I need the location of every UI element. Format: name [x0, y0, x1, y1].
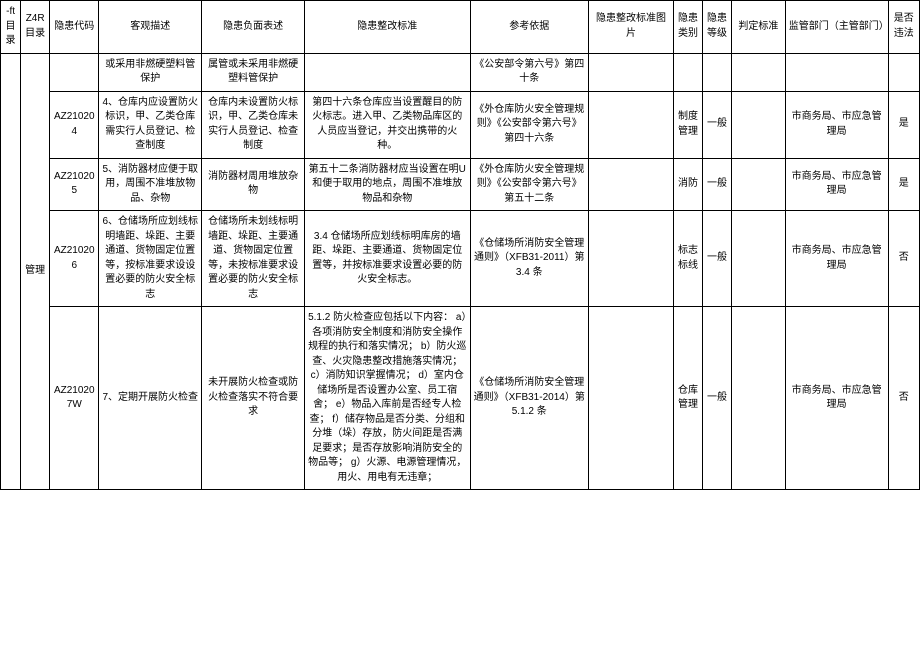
- table-row: AZ210204 4、仓库内应设置防火标识，甲、乙类仓库需实行人员登记、检查制度…: [1, 91, 920, 158]
- cell-std: 3.4 仓储场所应划线标明库房的墙距、垛距、主要通道、货物固定位置等，并按标准要…: [305, 211, 470, 307]
- cell-img: [589, 158, 674, 211]
- cell-obj: 4、仓库内应设置防火标识，甲、乙类仓库需实行人员登记、检查制度: [99, 91, 202, 158]
- cell-mgmt: 管理: [21, 53, 50, 490]
- hdr-lvl: 隐患等级: [703, 1, 732, 54]
- cell-img: [589, 307, 674, 490]
- hdr-obj: 客观描述: [99, 1, 202, 54]
- cell-law: 是: [888, 91, 919, 158]
- cell-dept: 市商务局、市应急管理局: [785, 91, 888, 158]
- cell-ref: 《外仓库防火安全管理规则》《公安部令第六号》第五十二条: [470, 158, 589, 211]
- cell-obj: 或采用非燃硬塑料管保护: [99, 53, 202, 91]
- hdr-seq: -ft 目录: [1, 1, 21, 54]
- cell-lvl: 一般: [703, 211, 732, 307]
- table-header-row: -ft 目录 Z4R目录 隐患代码 客观描述 隐患负面表述 隐患整改标准 参考依…: [1, 1, 920, 54]
- hdr-z4r: Z4R目录: [21, 1, 50, 54]
- hdr-dept: 监管部门（主管部门）: [785, 1, 888, 54]
- cell-std: [305, 53, 470, 91]
- cell-cat: 仓库管理: [673, 307, 702, 490]
- hdr-code: 隐患代码: [50, 1, 99, 54]
- cell-obj: 7、定期开展防火检查: [99, 307, 202, 490]
- cell-judge: [732, 158, 786, 211]
- cell-code: AZ210204: [50, 91, 99, 158]
- cell-law: 是: [888, 158, 919, 211]
- hdr-ref: 参考依据: [470, 1, 589, 54]
- cell-std: 第五十二条消防器材应当设置在明U和便于取用的地点，周围不准堆放物品和杂物: [305, 158, 470, 211]
- cell-ref: 《仓储场所消防安全管理通则》（XFB31-2014）第 5.1.2 条: [470, 307, 589, 490]
- cell-neg: 仓库内未设置防火标识，甲、乙类仓库未实行人员登记、检查制度: [202, 91, 305, 158]
- cell-judge: [732, 307, 786, 490]
- cell-code: AZ210205: [50, 158, 99, 211]
- table-row: AZ210207W 7、定期开展防火检查 未开展防火检查或防火检查落实不符合要求…: [1, 307, 920, 490]
- cell-obj: 5、消防器材应便于取用，周围不准堆放物品、杂物: [99, 158, 202, 211]
- hdr-neg: 隐患负面表述: [202, 1, 305, 54]
- cell-obj: 6、仓储场所应划线标明墙距、垛距、主要通道、货物固定位置等，按标准要求设设置必要…: [99, 211, 202, 307]
- cell-std: 第四十六条仓库应当设置醒目的防火标志。进入甲、乙类物品库区的人员应当登记，并交出…: [305, 91, 470, 158]
- cell-img: [589, 91, 674, 158]
- cell-std: 5.1.2 防火检查应包括以下内容： a）各项消防安全制度和消防安全操作规程的执…: [305, 307, 470, 490]
- cell-dept: 市商务局、市应急管理局: [785, 211, 888, 307]
- cell-law: [888, 53, 919, 91]
- hazard-table: -ft 目录 Z4R目录 隐患代码 客观描述 隐患负面表述 隐患整改标准 参考依…: [0, 0, 920, 490]
- cell-neg: 仓储场所未划线标明墙距、垛距、主要通道、货物固定位置等，未按标准要求设置必要的防…: [202, 211, 305, 307]
- cell-neg: 属管或未采用非燃硬塑料管保护: [202, 53, 305, 91]
- cell-lvl: [703, 53, 732, 91]
- hdr-law: 是否违法: [888, 1, 919, 54]
- cell-neg: 消防器材周用堆放杂物: [202, 158, 305, 211]
- cell-neg: 未开展防火检查或防火检查落实不符合要求: [202, 307, 305, 490]
- cell-ref: 《外仓库防火安全管理规则》《公安部令第六号》第四十六条: [470, 91, 589, 158]
- hdr-img: 隐患整改标准图片: [589, 1, 674, 54]
- cell-code: AZ210207W: [50, 307, 99, 490]
- cell-cat: 消防: [673, 158, 702, 211]
- cell-judge: [732, 211, 786, 307]
- cell-img: [589, 53, 674, 91]
- cell-judge: [732, 91, 786, 158]
- table-row: AZ210206 6、仓储场所应划线标明墙距、垛距、主要通道、货物固定位置等，按…: [1, 211, 920, 307]
- cell-code: AZ210206: [50, 211, 99, 307]
- cell-ref: 《仓储场所消防安全管理通则》（XFB31-2011）第 3.4 条: [470, 211, 589, 307]
- cell-seq: [1, 53, 21, 490]
- cell-judge: [732, 53, 786, 91]
- cell-ref: 《公安部令第六号》第四十条: [470, 53, 589, 91]
- cell-law: 否: [888, 307, 919, 490]
- table-row: AZ210205 5、消防器材应便于取用，周围不准堆放物品、杂物 消防器材周用堆…: [1, 158, 920, 211]
- cell-lvl: 一般: [703, 307, 732, 490]
- table-row: 管理 或采用非燃硬塑料管保护 属管或未采用非燃硬塑料管保护 《公安部令第六号》第…: [1, 53, 920, 91]
- cell-lvl: 一般: [703, 158, 732, 211]
- hdr-cat: 隐患类别: [673, 1, 702, 54]
- cell-law: 否: [888, 211, 919, 307]
- hdr-judge: 判定标准: [732, 1, 786, 54]
- cell-code: [50, 53, 99, 91]
- cell-cat: 标志标线: [673, 211, 702, 307]
- cell-dept: 市商务局、市应急管理局: [785, 158, 888, 211]
- cell-cat: 制度管理: [673, 91, 702, 158]
- cell-cat: [673, 53, 702, 91]
- cell-lvl: 一般: [703, 91, 732, 158]
- hdr-std: 隐患整改标准: [305, 1, 470, 54]
- cell-dept: 市商务局、市应急管理局: [785, 307, 888, 490]
- cell-img: [589, 211, 674, 307]
- cell-dept: [785, 53, 888, 91]
